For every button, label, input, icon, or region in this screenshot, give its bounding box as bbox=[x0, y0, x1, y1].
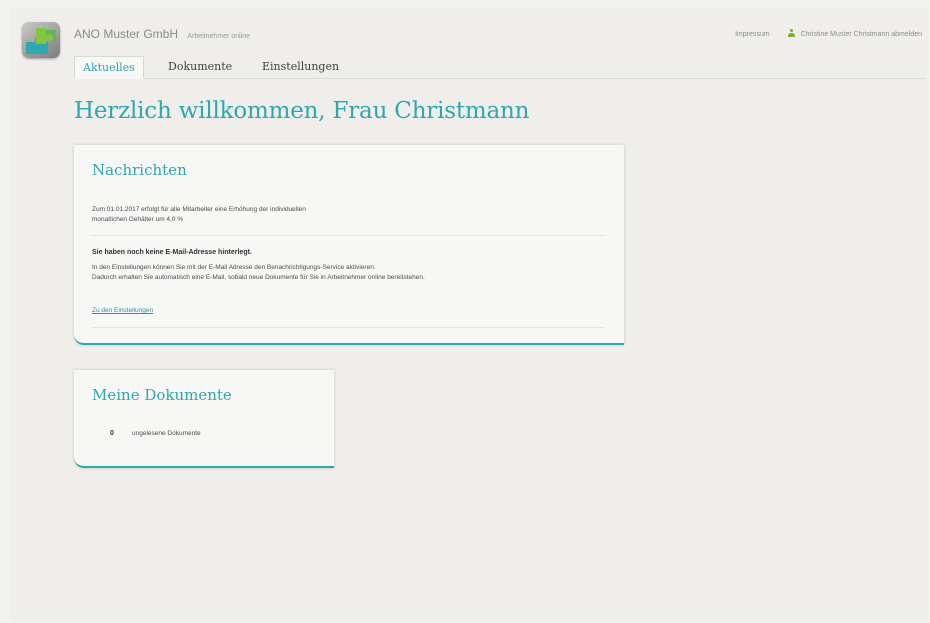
divider bbox=[92, 235, 604, 236]
email-notice-line-2: Dadurch erhalten Sie automatisch eine E-… bbox=[92, 274, 425, 281]
puzzle-icon[interactable] bbox=[22, 22, 60, 58]
tab-dokumente[interactable]: Dokumente bbox=[160, 56, 240, 77]
user-icon bbox=[787, 29, 795, 37]
news-message: Zum 01.01.2017 erfolgt für alle Mitarbei… bbox=[92, 205, 306, 225]
company-name: ANO Muster GmbH bbox=[74, 27, 179, 41]
impressum-link[interactable]: Impressum bbox=[735, 31, 770, 38]
unread-label[interactable]: ungelesene Dokumente bbox=[132, 430, 201, 437]
app-name: Arbeitnehmer online bbox=[187, 33, 251, 40]
email-notice-text: In den Einstellungen können Sie mit der … bbox=[92, 263, 425, 283]
main-tabs: Aktuelles Dokumente Einstellungen bbox=[74, 56, 926, 79]
tab-einstellungen[interactable]: Einstellungen bbox=[254, 56, 347, 77]
tab-aktuelles[interactable]: Aktuelles bbox=[74, 56, 144, 79]
news-title: Nachrichten bbox=[92, 161, 187, 179]
news-message-line-2: monatlichen Gehälter um 4,0 % bbox=[92, 216, 184, 223]
email-notice-line-1: In den Einstellungen können Sie mit der … bbox=[92, 264, 376, 271]
news-card: Nachrichten Zum 01.01.2017 erfolgt für a… bbox=[74, 145, 624, 345]
email-notice-title: Sie haben noch keine E-Mail-Adresse hint… bbox=[92, 249, 252, 256]
documents-title: Meine Dokumente bbox=[92, 386, 232, 404]
page-title: Herzlich willkommen, Frau Christmann bbox=[74, 98, 530, 124]
news-message-line-1: Zum 01.01.2017 erfolgt für alle Mitarbei… bbox=[92, 206, 306, 213]
documents-card[interactable]: Meine Dokumente 0 ungelesene Dokumente bbox=[74, 370, 334, 468]
divider bbox=[92, 327, 604, 328]
unread-count: 0 bbox=[110, 430, 114, 437]
settings-link[interactable]: Zu den Einstellungen bbox=[92, 307, 153, 314]
company-header: ANO Muster GmbH Arbeitnehmer online bbox=[74, 27, 250, 41]
logout-link[interactable]: Christine Muster Christmann abmelden bbox=[801, 31, 922, 38]
top-links: Impressum Christine Muster Christmann ab… bbox=[735, 29, 922, 38]
